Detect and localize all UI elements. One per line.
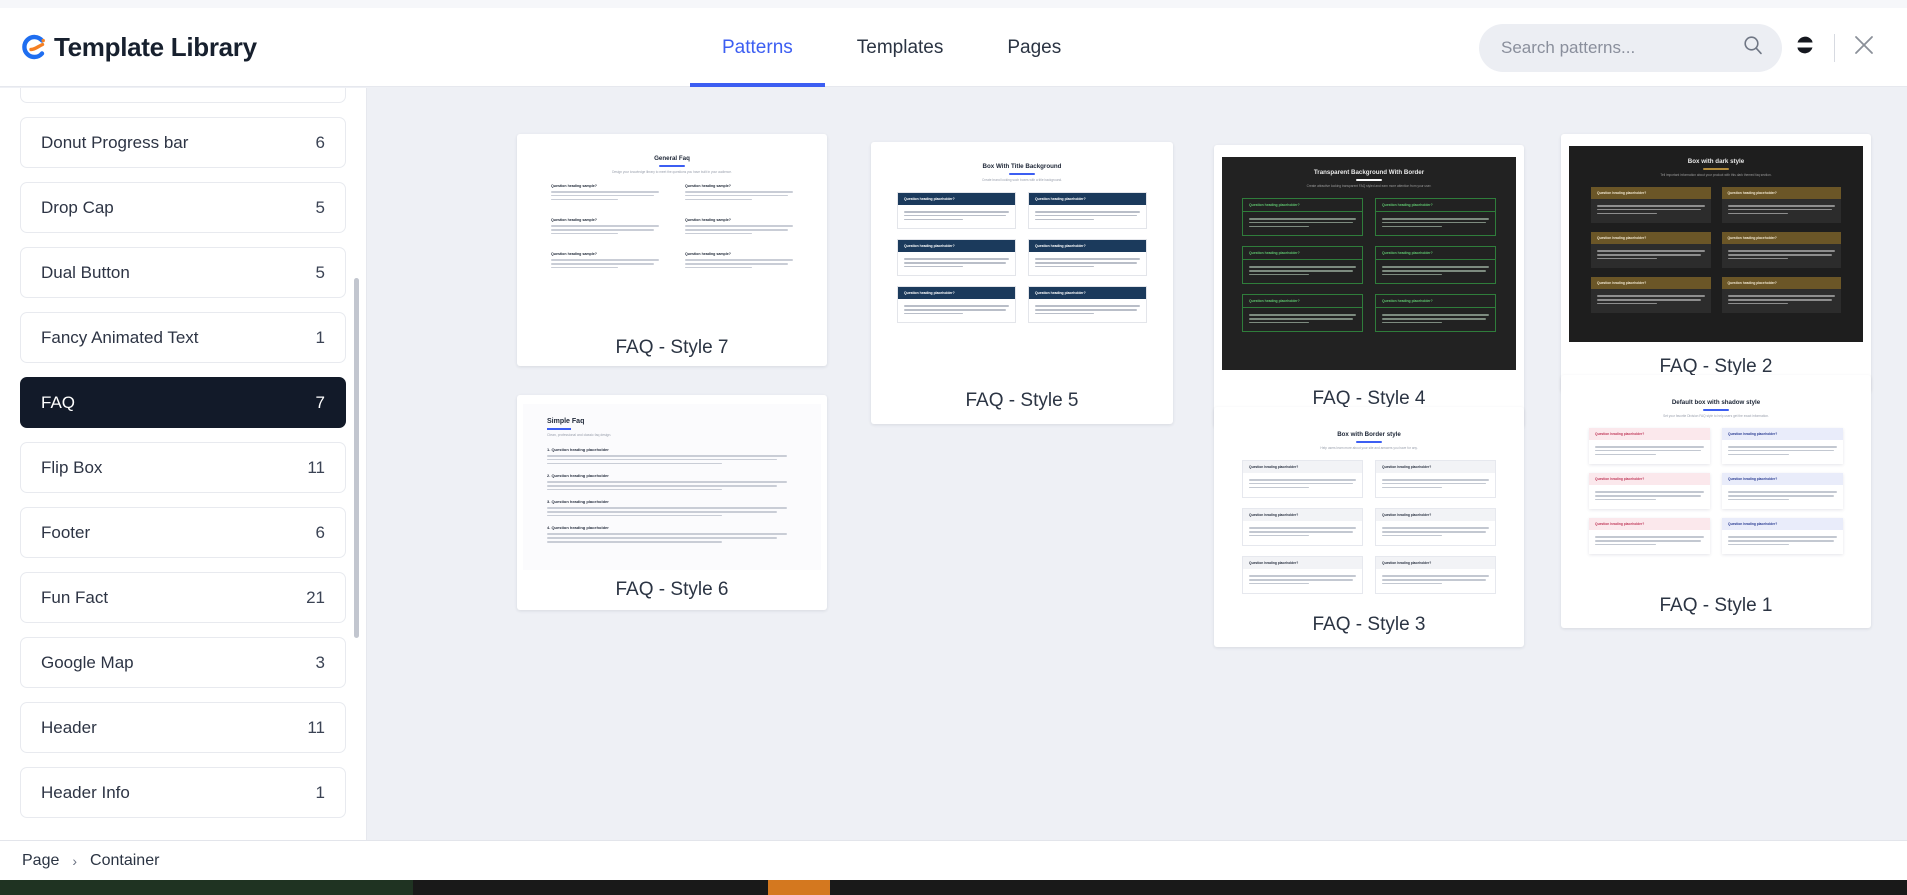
pattern-grid-area[interactable]: General FaqDesign your knowledge library… (367, 88, 1907, 870)
sidebar-scrollbar[interactable] (354, 278, 359, 638)
sidebar-item-label: Header Info (41, 783, 130, 803)
tab-pages[interactable]: Pages (975, 8, 1093, 87)
sidebar-item-label: Drop Cap (41, 198, 114, 218)
taskbar-segment-2 (413, 880, 768, 895)
search-icon[interactable] (1742, 34, 1764, 61)
tab-templates[interactable]: Templates (825, 8, 976, 87)
sidebar-item-count: 5 (316, 198, 325, 218)
pattern-card[interactable]: Box with Border styleHelp users learn mo… (1214, 407, 1524, 647)
sidebar-item-count: 6 (316, 133, 325, 153)
pattern-masonry: General FaqDesign your knowledge library… (367, 88, 1907, 870)
category-list: Creative Button6 Donut Progress bar 6 Drop … (0, 88, 366, 832)
sidebar-item-count: 1 (316, 783, 325, 803)
sidebar-item-count: 3 (316, 653, 325, 673)
header-divider (1834, 34, 1835, 62)
breadcrumb-item-page[interactable]: Page (22, 852, 59, 870)
breadcrumb-item-container[interactable]: Container (90, 852, 159, 870)
pattern-card[interactable]: Simple FaqClean, professional and classi… (517, 395, 827, 610)
c-swoosh-logo-icon (19, 32, 49, 62)
tab-patterns-label: Patterns (722, 37, 793, 59)
sync-button[interactable] (1782, 24, 1828, 72)
pattern-card[interactable]: Box With Title BackgroundCreate brand lo… (871, 142, 1173, 424)
app-header: Template Library Patterns Templates Page… (0, 8, 1907, 87)
pattern-preview: Box with Border styleHelp users learn mo… (1222, 419, 1516, 603)
pattern-card[interactable]: Transparent Background With BorderCreate… (1214, 145, 1524, 427)
pattern-preview: Box with dark styleTell important inform… (1569, 146, 1863, 342)
sidebar-item-drop-cap[interactable]: Drop Cap 5 (20, 182, 346, 233)
taskbar-segment-1 (0, 880, 413, 895)
sidebar-item-count: 7 (316, 393, 325, 413)
sidebar-item-flip-box[interactable]: Flip Box 11 (20, 442, 346, 493)
brand-title: Template Library (54, 32, 257, 63)
pattern-card[interactable]: Box with dark styleTell important inform… (1561, 134, 1871, 392)
pattern-card-label: FAQ - Style 1 (1561, 583, 1871, 628)
sidebar-item-donut-progress-bar[interactable]: Donut Progress bar 6 (20, 117, 346, 168)
header-actions (1479, 8, 1887, 87)
sidebar-item-label: Fun Fact (41, 588, 108, 608)
sidebar-item-creative-button[interactable]: Creative Button6 (20, 88, 346, 103)
tab-patterns[interactable]: Patterns (690, 8, 825, 87)
sidebar-item-label: Footer (41, 523, 90, 543)
close-button[interactable] (1841, 24, 1887, 72)
sidebar-item-label: Donut Progress bar (41, 133, 188, 153)
pattern-card[interactable]: Default box with shadow styleSet your fa… (1561, 375, 1871, 628)
search-input[interactable] (1501, 38, 1742, 58)
sidebar-item-header-info[interactable]: Header Info 1 (20, 767, 346, 818)
sidebar-item-label: Header (41, 718, 97, 738)
taskbar-segment-3 (768, 880, 830, 895)
sidebar-item-footer[interactable]: Footer 6 (20, 507, 346, 558)
sidebar-item-label: Fancy Animated Text (41, 328, 199, 348)
header-tabs: Patterns Templates Pages (690, 8, 1093, 87)
sidebar-item-count: 6 (316, 523, 325, 543)
pattern-card-label: FAQ - Style 6 (517, 570, 827, 610)
os-taskbar (0, 880, 1907, 895)
pattern-preview: Default box with shadow styleSet your fa… (1569, 387, 1863, 583)
sidebar-item-fancy-animated-text[interactable]: Fancy Animated Text 1 (20, 312, 346, 363)
taskbar-segment-4 (830, 880, 1907, 895)
sidebar-item-label: Google Map (41, 653, 134, 673)
pattern-card-label: FAQ - Style 5 (871, 377, 1173, 424)
sidebar-item-count: 5 (316, 263, 325, 283)
sidebar-item-label: Dual Button (41, 263, 130, 283)
pattern-preview: Transparent Background With BorderCreate… (1222, 157, 1516, 370)
sync-icon (1793, 33, 1817, 62)
sidebar-item-faq[interactable]: FAQ 7 (20, 377, 346, 428)
sidebar-item-label: Flip Box (41, 458, 102, 478)
sidebar-item-count: 1 (316, 328, 325, 348)
search-box[interactable] (1479, 24, 1782, 72)
sidebar-item-count: 21 (306, 588, 325, 608)
tab-templates-label: Templates (857, 37, 944, 59)
chevron-right-icon: › (72, 853, 77, 869)
sidebar-item-count: 11 (307, 718, 325, 738)
brand: Template Library (19, 32, 257, 63)
tab-pages-label: Pages (1007, 37, 1061, 59)
sidebar-item-label: FAQ (41, 393, 75, 413)
breadcrumb: Page › Container (0, 840, 1907, 880)
window-top-strip (0, 0, 1907, 8)
close-icon (1851, 32, 1877, 63)
pattern-preview: Simple FaqClean, professional and classi… (523, 404, 821, 570)
pattern-card[interactable]: General FaqDesign your knowledge library… (517, 134, 827, 366)
sidebar-item-google-map[interactable]: Google Map 3 (20, 637, 346, 688)
category-sidebar[interactable]: Creative Button6 Donut Progress bar 6 Drop … (0, 88, 366, 870)
pattern-preview: General FaqDesign your knowledge library… (523, 143, 821, 329)
pattern-card-label: FAQ - Style 7 (517, 329, 827, 366)
pattern-preview: Box With Title BackgroundCreate brand lo… (877, 151, 1167, 377)
pattern-card-label: FAQ - Style 3 (1214, 603, 1524, 647)
sidebar-item-count: 11 (307, 458, 325, 478)
sidebar-item-dual-button[interactable]: Dual Button 5 (20, 247, 346, 298)
sidebar-item-fun-fact[interactable]: Fun Fact 21 (20, 572, 346, 623)
template-library-window: Template Library Patterns Templates Page… (0, 0, 1907, 895)
sidebar-item-header[interactable]: Header 11 (20, 702, 346, 753)
